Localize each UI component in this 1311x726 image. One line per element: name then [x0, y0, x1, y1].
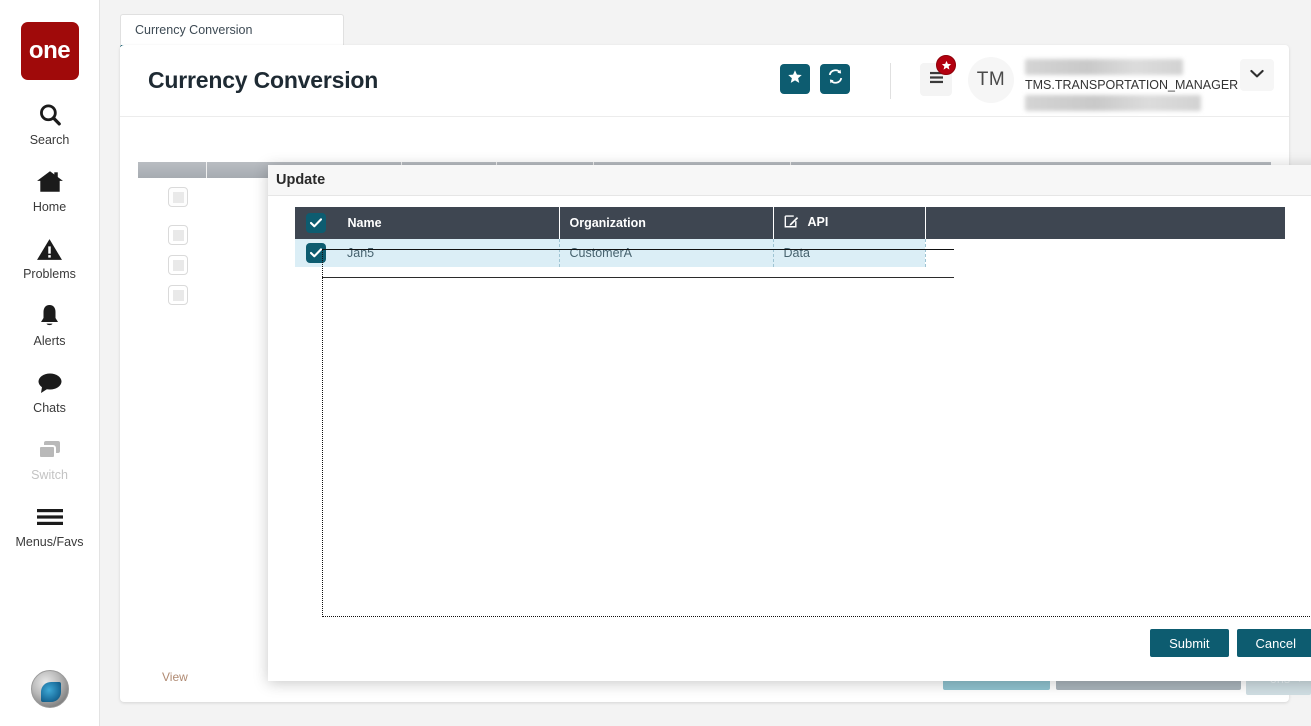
hamburger-icon: [35, 502, 65, 532]
modal-data-grid: Name Organization API Jan5 CustomerA Dat…: [295, 207, 1311, 617]
row-checkbox[interactable]: [168, 285, 188, 305]
user-role-redacted: [1025, 95, 1201, 111]
rail-item-label: Problems: [23, 267, 76, 281]
rail-item-label: Search: [29, 133, 70, 147]
rail-item-label: Chats: [33, 401, 66, 415]
rail-item-label: Menus/Favs: [15, 535, 84, 549]
avatar-image: [41, 682, 61, 702]
column-header-filler: [925, 207, 1285, 239]
select-all-checkbox[interactable]: [305, 213, 326, 233]
rail-item-chats[interactable]: Chats: [0, 368, 99, 415]
user-info-block: TMS.TRANSPORTATION_MANAGER: [1025, 59, 1239, 111]
rail-item-label: Home: [32, 200, 67, 214]
modal-header: Update: [268, 165, 1311, 196]
rail-item-label: Switch: [31, 468, 68, 482]
page-area: Currency Conversion Currency Conversion: [100, 0, 1311, 726]
user-menu-toggle[interactable]: [1240, 59, 1274, 91]
select-all-header[interactable]: [295, 207, 338, 239]
header-action-buttons: [780, 64, 850, 94]
update-modal: Update Name Organization API Jan5 Custom…: [268, 165, 1311, 681]
home-icon: [36, 167, 64, 197]
favorite-button[interactable]: [780, 64, 810, 94]
row-checkbox[interactable]: [168, 187, 188, 207]
column-header-label: Name: [347, 216, 382, 230]
search-icon: [37, 100, 63, 130]
rail-item-label: Alerts: [33, 334, 66, 348]
modal-footer: Submit Cancel: [1150, 629, 1311, 657]
refresh-icon: [827, 68, 844, 90]
grid-row-top-rule: [322, 249, 954, 250]
cell-organization[interactable]: CustomerA: [559, 239, 774, 267]
edit-pencil-icon: [784, 214, 799, 232]
chevron-down-icon: [1250, 66, 1264, 84]
rail-item-alerts[interactable]: Alerts: [0, 301, 99, 348]
bell-icon: [37, 301, 62, 331]
checkbox-box-icon: [172, 191, 184, 203]
left-nav-rail: one Search Home Problems Alerts Chats Sw…: [0, 0, 100, 726]
tab-label: Currency Conversion: [135, 23, 253, 37]
one-logo[interactable]: one: [20, 22, 79, 80]
user-avatar[interactable]: TM: [968, 57, 1014, 103]
column-header-name[interactable]: Name: [337, 207, 560, 239]
background-view-label: View: [162, 670, 188, 684]
rail-item-menus-favs[interactable]: Menus/Favs: [0, 502, 99, 549]
rail-item-home[interactable]: Home: [0, 167, 99, 214]
star-icon: [787, 69, 803, 90]
table-row[interactable]: Jan5 CustomerA Data: [295, 239, 1285, 267]
rail-item-search[interactable]: Search: [0, 100, 99, 147]
logo-text: one: [28, 37, 71, 64]
header-divider: [890, 63, 891, 99]
checkbox-box-icon: [172, 229, 184, 241]
checkbox-box-icon: [172, 289, 184, 301]
cell-api[interactable]: Data: [773, 239, 926, 267]
rail-item-problems[interactable]: Problems: [0, 234, 99, 281]
warning-triangle-icon: [36, 234, 63, 264]
tab-strip: Currency Conversion: [120, 14, 344, 47]
user-avatar-initials: TM: [976, 69, 1006, 90]
star-badge-icon: [936, 55, 956, 75]
page-header: Currency Conversion TM TMS.TRANSPORTATIO…: [120, 45, 1289, 117]
row-checkbox[interactable]: [168, 255, 188, 275]
grid-body-outline: [322, 250, 1311, 617]
column-header-label: API: [807, 215, 829, 229]
modal-title: Update: [276, 172, 326, 188]
row-checkbox[interactable]: [168, 225, 188, 245]
rail-item-switch[interactable]: Switch: [0, 435, 99, 482]
app-root: one Search Home Problems Alerts Chats Sw…: [0, 0, 1311, 726]
user-org-redacted: [1025, 59, 1183, 75]
table-header-row: Name Organization API: [295, 207, 1285, 239]
grid-row-bottom-rule: [322, 277, 954, 278]
tab-currency-conversion[interactable]: Currency Conversion: [120, 14, 344, 47]
column-header-label: Organization: [569, 216, 646, 230]
modal-body: Name Organization API Jan5 CustomerA Dat…: [268, 196, 1311, 681]
column-header-api[interactable]: API: [773, 207, 926, 239]
row-select-cell[interactable]: [295, 239, 337, 267]
user-name: TMS.TRANSPORTATION_MANAGER: [1025, 78, 1239, 92]
grid-column-divider: [206, 162, 207, 178]
switch-windows-icon: [36, 435, 64, 465]
avatar[interactable]: [31, 670, 69, 708]
page-title: Currency Conversion: [148, 67, 379, 93]
cell-filler: [925, 239, 1285, 267]
chat-bubble-icon: [36, 368, 64, 398]
column-header-organization[interactable]: Organization: [559, 207, 774, 239]
cell-name[interactable]: Jan5: [337, 239, 560, 267]
submit-button[interactable]: Submit: [1150, 629, 1229, 657]
row-checkbox[interactable]: [306, 243, 326, 263]
checkbox-box-icon: [172, 259, 184, 271]
update-table: Name Organization API Jan5 CustomerA Dat…: [295, 207, 1285, 267]
refresh-button[interactable]: [820, 64, 850, 94]
cancel-button[interactable]: Cancel: [1236, 629, 1311, 657]
